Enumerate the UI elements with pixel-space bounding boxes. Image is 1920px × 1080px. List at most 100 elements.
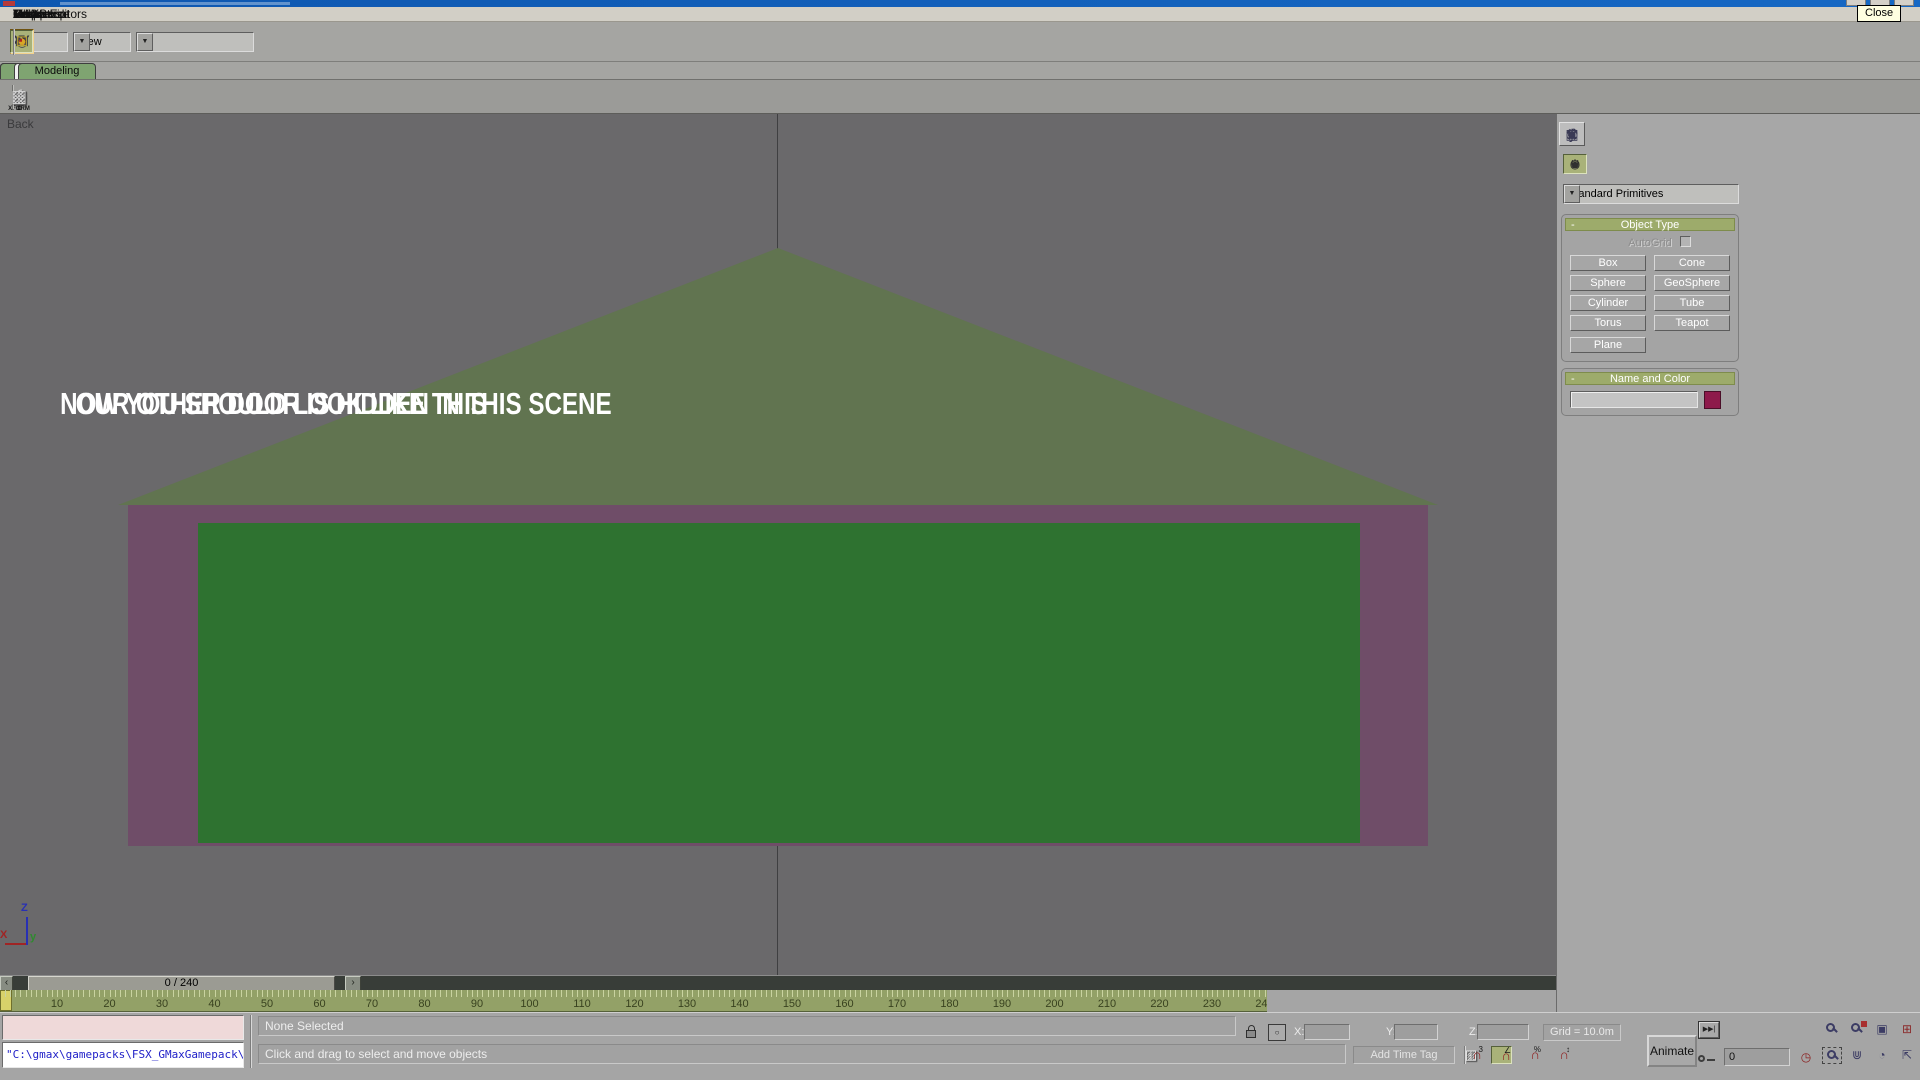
frame-tick xyxy=(860,990,861,997)
maxscript-listener-output[interactable] xyxy=(2,1015,244,1040)
frame-tick xyxy=(152,990,153,997)
teapot-button[interactable]: Teapot xyxy=(1654,315,1730,331)
collapse-icon[interactable]: - xyxy=(1571,219,1575,231)
zoom-extents-all-button[interactable]: ⊞ xyxy=(1897,1021,1917,1038)
utilities-tab-icon[interactable]: ⚒ xyxy=(1559,122,1585,146)
frame-tick xyxy=(587,990,588,997)
frame-tick xyxy=(1254,990,1255,997)
chevron-down-icon[interactable]: ▼ xyxy=(1564,185,1580,203)
frame-tick xyxy=(220,990,221,997)
frame-tick xyxy=(1081,990,1082,997)
frame-tick xyxy=(278,990,279,997)
frame-tick xyxy=(755,990,756,997)
systems-category-icon[interactable]: ⚙ xyxy=(1563,154,1587,174)
go-to-end-button[interactable]: ▶▶| xyxy=(1699,1022,1719,1038)
autogrid-row: AutoGrid xyxy=(1562,236,1738,250)
viewport-label[interactable]: Back xyxy=(7,117,34,131)
animate-button[interactable]: Animate xyxy=(1647,1035,1697,1067)
set-key-icon[interactable] xyxy=(1697,1052,1715,1066)
sphere-button[interactable]: Sphere xyxy=(1570,275,1646,291)
frame-tick xyxy=(582,990,583,997)
y-coordinate-field[interactable] xyxy=(1394,1024,1438,1040)
class-dropdown[interactable]: Standard Primitives ▼ xyxy=(1563,184,1739,204)
reference-coordinate-dropdown[interactable]: View▼ xyxy=(73,32,131,52)
snap-3d-icon[interactable]: ∩3 xyxy=(1462,1046,1483,1064)
percent-snap-icon[interactable]: ∩% xyxy=(1520,1046,1541,1064)
tube-button[interactable]: Tube xyxy=(1654,295,1730,311)
named-selection-dropdown[interactable]: ▼ xyxy=(136,32,254,52)
roof-object[interactable] xyxy=(118,248,1438,505)
frame-number: 230 xyxy=(1200,998,1224,1010)
zoom-all-button[interactable] xyxy=(1847,1021,1867,1038)
frame-tick xyxy=(719,990,720,997)
modifier-material-id-icon[interactable]: ∷ID xyxy=(8,85,30,109)
axis-z-label: Z xyxy=(21,902,28,914)
collapse-icon[interactable]: - xyxy=(1571,373,1575,385)
time-slider-next-arrow[interactable]: › xyxy=(345,976,361,991)
box-button[interactable]: Box xyxy=(1570,255,1646,271)
render-icon[interactable]: ◕ xyxy=(10,29,34,54)
selection-lock-icon[interactable] xyxy=(1243,1023,1261,1041)
frame-tick xyxy=(341,990,342,997)
frame-tick xyxy=(566,990,567,997)
status-bar: "C:\gmax\gamepacks\FSX_GMaxGamepack\" No… xyxy=(0,1012,1920,1080)
chevron-down-icon[interactable]: ▼ xyxy=(137,33,153,51)
frame-tick xyxy=(5,990,6,997)
frame-number: 30 xyxy=(150,998,174,1010)
current-frame-field[interactable]: 0 xyxy=(1724,1048,1790,1066)
spinner-snap-icon[interactable]: ∩↕ xyxy=(1549,1046,1570,1064)
frame-tick xyxy=(1076,990,1077,997)
object-color-swatch[interactable] xyxy=(1704,391,1721,409)
maxscript-listener-input[interactable]: "C:\gmax\gamepacks\FSX_GMaxGamepack\" xyxy=(2,1042,244,1068)
x-coordinate-field[interactable] xyxy=(1304,1024,1350,1040)
z-coordinate-field[interactable] xyxy=(1477,1024,1529,1040)
frame-tick xyxy=(15,990,16,997)
name-color-rollout-header[interactable]: - Name and Color xyxy=(1565,372,1735,385)
frame-tick xyxy=(346,990,347,997)
menu-bar: FileEditToolsGroupViewsCreateModifiersAn… xyxy=(0,7,1920,22)
object-name-field[interactable] xyxy=(1570,391,1698,408)
zoom-button[interactable] xyxy=(1822,1021,1842,1038)
frame-number: 20 xyxy=(98,998,122,1010)
frame-tick xyxy=(110,990,111,997)
frame-number: 170 xyxy=(885,998,909,1010)
frame-tick xyxy=(960,990,961,997)
frame-tick xyxy=(1249,990,1250,997)
modifier-material-id-icon-label: ID xyxy=(3,106,35,112)
geosphere-button[interactable]: GeoSphere xyxy=(1654,275,1730,291)
time-slider-prev-arrow[interactable]: ‹ xyxy=(0,976,13,991)
menu-help[interactable]: Help xyxy=(4,7,47,21)
axis-y-label: y xyxy=(30,931,36,943)
track-bar[interactable]: 1020304050607080901001101201301401501601… xyxy=(0,990,1267,1012)
tab-modeling[interactable]: Modeling xyxy=(18,63,96,79)
frame-tick xyxy=(367,990,368,997)
window-titlebar[interactable] xyxy=(0,0,1920,7)
add-time-tag-button[interactable]: Add Time Tag xyxy=(1353,1046,1455,1064)
frame-tick xyxy=(62,990,63,997)
pan-button[interactable]: ⋓ xyxy=(1847,1047,1867,1064)
frame-tick xyxy=(509,990,510,997)
frame-tick xyxy=(351,990,352,997)
min-max-toggle-button[interactable]: ⇱ xyxy=(1897,1047,1917,1064)
frame-tick xyxy=(178,990,179,997)
cone-button[interactable]: Cone xyxy=(1654,255,1730,271)
cylinder-button[interactable]: Cylinder xyxy=(1570,295,1646,311)
frame-tick xyxy=(26,990,27,997)
object-type-rollout-header[interactable]: - Object Type xyxy=(1565,218,1735,231)
autogrid-checkbox[interactable] xyxy=(1680,236,1691,247)
chevron-down-icon[interactable]: ▼ xyxy=(74,33,90,51)
absolute-mode-icon[interactable]: ○ xyxy=(1268,1024,1286,1041)
viewport-back[interactable]: NOW YOU SHOULD LOOK LIKE THIS OUR OTHER … xyxy=(0,114,1556,975)
arc-rotate-button[interactable]: ◔ xyxy=(1872,1047,1892,1064)
plane-button[interactable]: Plane xyxy=(1570,337,1646,353)
time-slider[interactable]: 0 / 240 xyxy=(28,976,335,991)
frame-tick xyxy=(965,990,966,997)
angle-snap-icon[interactable]: ∩∠ xyxy=(1491,1046,1512,1064)
torus-button[interactable]: Torus xyxy=(1570,315,1646,331)
door-object[interactable] xyxy=(198,523,1360,843)
zoom-extents-button[interactable]: ▣ xyxy=(1872,1021,1892,1038)
frame-tick xyxy=(209,990,210,997)
time-configuration-icon[interactable]: ◷ xyxy=(1797,1049,1815,1066)
frame-tick xyxy=(157,990,158,997)
region-zoom-button[interactable] xyxy=(1822,1047,1842,1064)
